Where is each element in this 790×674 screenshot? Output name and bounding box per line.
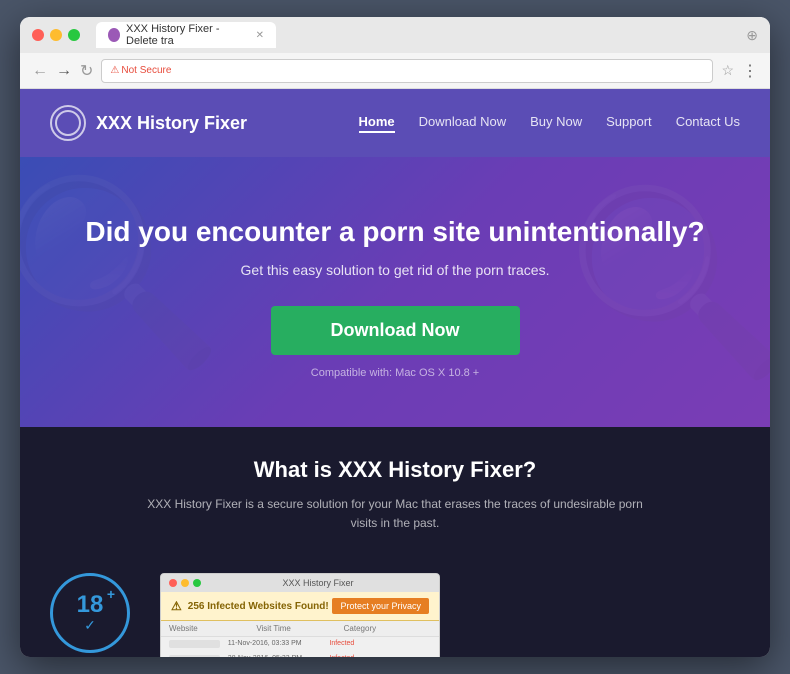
maximize-button[interactable]	[68, 29, 80, 41]
protect-privacy-button[interactable]: Protect your Privacy	[332, 598, 429, 614]
bottom-content: + 18 ✓ XXX History Fixer ⚠ 256 Infected …	[20, 573, 770, 657]
app-titlebar: XXX History Fixer	[161, 574, 439, 592]
refresh-button[interactable]: ↻	[80, 61, 93, 81]
compatibility-text: Compatible with: Mac OS X 10.8 +	[311, 367, 479, 379]
age-check-icon: ✓	[84, 617, 96, 634]
tab-favicon	[108, 28, 120, 42]
age-number: 18	[77, 593, 104, 617]
app-minimize	[181, 579, 189, 587]
logo-inner-ring	[55, 110, 81, 136]
row-website-1	[169, 640, 220, 648]
row-category-1: Infected	[329, 640, 431, 648]
hero-heading: Did you encounter a porn site unintentio…	[85, 216, 704, 248]
back-button[interactable]: ←	[32, 62, 48, 80]
tab-bar: XXX History Fixer - Delete tra ✕	[96, 22, 738, 48]
age-plus: +	[107, 586, 115, 602]
url-bar[interactable]: ⚠ Not Secure	[101, 59, 713, 83]
nav-support[interactable]: Support	[606, 114, 652, 133]
bookmark-icon[interactable]: ☆	[721, 62, 734, 79]
nav-download[interactable]: Download Now	[419, 114, 506, 133]
hero-section: 🔍 🔍 Did you encounter a porn site uninte…	[20, 157, 770, 427]
app-title: XXX History Fixer	[282, 578, 353, 588]
row-time-2: 28-Nov-2016, 05:33 PM	[228, 655, 330, 657]
nav-buy[interactable]: Buy Now	[530, 114, 582, 133]
alert-warning-icon: ⚠	[171, 599, 182, 613]
nav-home[interactable]: Home	[359, 114, 395, 133]
logo-icon	[50, 105, 86, 141]
site-content: XXX History Fixer Home Download Now Buy …	[20, 89, 770, 657]
site-name: XXX History Fixer	[96, 113, 247, 134]
hero-download-button[interactable]: Download Now	[271, 306, 520, 355]
app-alert-bar: ⚠ 256 Infected Websites Found! Protect y…	[161, 592, 439, 621]
app-table-header: Website Visit Time Category	[161, 621, 439, 637]
app-screenshot: XXX History Fixer ⚠ 256 Infected Website…	[160, 573, 440, 657]
address-bar: ← → ↻ ⚠ Not Secure ☆ ⋮	[20, 53, 770, 89]
site-logo: XXX History Fixer	[50, 105, 247, 141]
what-is-description: XXX History Fixer is a secure solution f…	[145, 495, 645, 533]
app-close	[169, 579, 177, 587]
row-category-2: Infected	[329, 655, 431, 657]
age-badge: + 18 ✓	[50, 573, 130, 653]
site-nav: Home Download Now Buy Now Support Contac…	[359, 114, 740, 133]
site-header: XXX History Fixer Home Download Now Buy …	[20, 89, 770, 157]
hero-bg-search-right: 🔍	[566, 177, 770, 388]
menu-icon[interactable]: ⋮	[742, 61, 758, 81]
col-header-website: Website	[169, 624, 256, 633]
window-controls: ⊕	[746, 27, 758, 44]
lock-icon: ⚠	[110, 65, 119, 76]
col-header-category: Category	[344, 624, 431, 633]
hero-subtext: Get this easy solution to get rid of the…	[241, 262, 550, 278]
title-bar: XXX History Fixer - Delete tra ✕ ⊕	[20, 17, 770, 53]
row-website-2	[169, 655, 220, 657]
hero-bg-search-left: 🔍	[20, 167, 224, 378]
nav-contact[interactable]: Contact Us	[676, 114, 740, 133]
forward-button[interactable]: →	[56, 62, 72, 80]
what-is-heading: What is XXX History Fixer?	[50, 457, 740, 483]
tab-title: XXX History Fixer - Delete tra	[126, 23, 250, 47]
security-indicator: ⚠ Not Secure	[110, 65, 171, 76]
minimize-button[interactable]	[50, 29, 62, 41]
app-maximize	[193, 579, 201, 587]
traffic-lights	[32, 29, 80, 41]
active-tab[interactable]: XXX History Fixer - Delete tra ✕	[96, 22, 276, 48]
row-time-1: 11-Nov-2016, 03:33 PM	[228, 640, 330, 648]
tab-close-icon[interactable]: ✕	[256, 30, 264, 41]
what-is-section: What is XXX History Fixer? XXX History F…	[20, 427, 770, 573]
app-alert-message: ⚠ 256 Infected Websites Found!	[171, 599, 329, 613]
table-row: 28-Nov-2016, 05:33 PM Infected	[161, 652, 439, 657]
close-button[interactable]	[32, 29, 44, 41]
col-header-time: Visit Time	[256, 624, 343, 633]
table-row: 11-Nov-2016, 03:33 PM Infected	[161, 637, 439, 652]
alert-text: 256 Infected Websites Found!	[188, 601, 329, 612]
browser-window: XXX History Fixer - Delete tra ✕ ⊕ ← → ↻…	[20, 17, 770, 657]
